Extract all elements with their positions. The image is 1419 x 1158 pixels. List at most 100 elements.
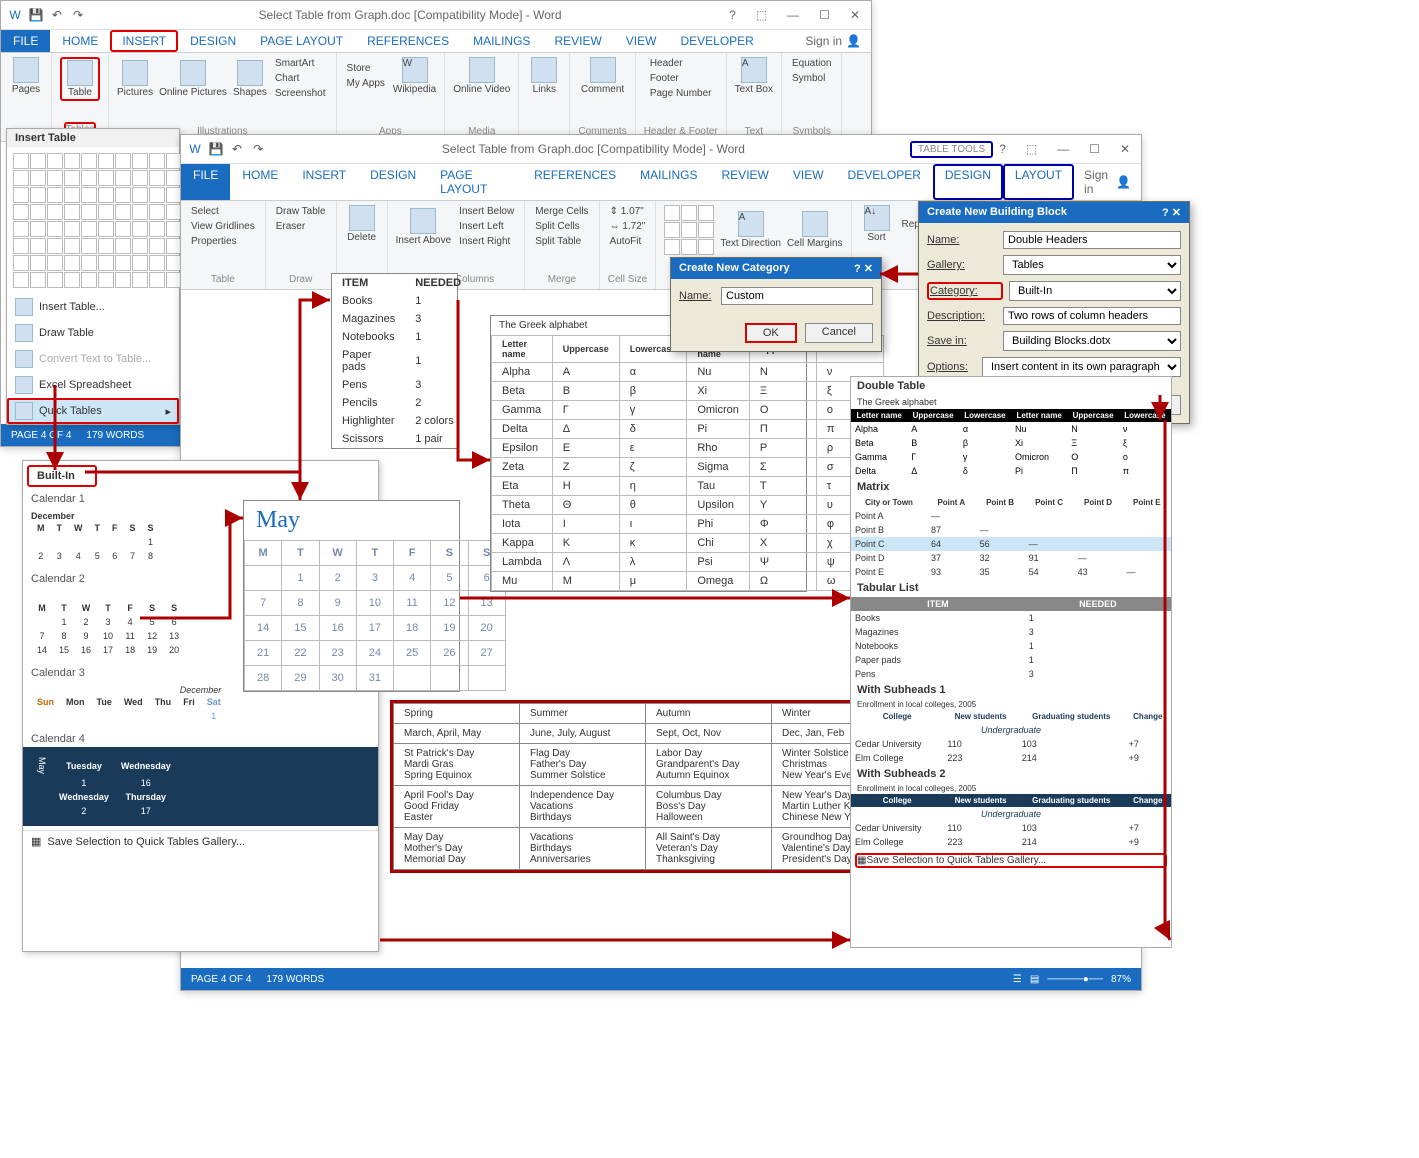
maximize-icon[interactable]: ☐ bbox=[813, 8, 836, 22]
help-icon[interactable]: ? bbox=[723, 8, 742, 22]
view-gridlines-button[interactable]: View Gridlines bbox=[189, 220, 257, 233]
view-icon[interactable]: ☰ bbox=[1013, 974, 1022, 985]
undo-icon[interactable]: ↶ bbox=[48, 6, 66, 24]
gallery-select[interactable]: Tables bbox=[1003, 255, 1181, 275]
tab-developer[interactable]: DEVELOPER bbox=[836, 164, 933, 200]
preview-double-table[interactable]: Double Table bbox=[851, 377, 1171, 395]
delete-button[interactable]: Delete bbox=[345, 205, 379, 243]
online-video-button[interactable]: Online Video bbox=[453, 57, 510, 95]
calendar4-preview[interactable]: MayTuesdayWednesday 116 WednesdayThursda… bbox=[23, 747, 378, 826]
tab-references[interactable]: REFERENCES bbox=[355, 30, 461, 52]
chart-button[interactable]: Chart bbox=[273, 72, 328, 85]
menu-excel-spreadsheet[interactable]: Excel Spreadsheet bbox=[7, 372, 179, 398]
cell-margins-button[interactable]: Cell Margins bbox=[787, 211, 843, 249]
equation-button[interactable]: Equation bbox=[790, 57, 833, 70]
table-button[interactable]: Table bbox=[60, 57, 100, 101]
cancel-button[interactable]: Cancel bbox=[805, 323, 873, 343]
view-icon[interactable]: ▤ bbox=[1030, 974, 1039, 985]
tab-insert[interactable]: INSERT bbox=[110, 30, 178, 52]
options-select[interactable]: Insert content in its own paragraph bbox=[982, 357, 1181, 377]
links-button[interactable]: Links bbox=[527, 57, 561, 95]
text-box-button[interactable]: AText Box bbox=[735, 57, 773, 95]
close-icon[interactable]: ✕ bbox=[1172, 207, 1181, 219]
redo-icon[interactable]: ↷ bbox=[249, 140, 267, 158]
width-spinner[interactable]: ⇔ 1.72" bbox=[608, 220, 648, 233]
merge-cells-button[interactable]: Merge Cells bbox=[533, 205, 590, 218]
eraser-button[interactable]: Eraser bbox=[274, 220, 328, 233]
redo-icon[interactable]: ↷ bbox=[69, 6, 87, 24]
tab-design[interactable]: DESIGN bbox=[178, 30, 248, 52]
insert-right-button[interactable]: Insert Right bbox=[457, 235, 516, 248]
tab-page-layout[interactable]: PAGE LAYOUT bbox=[428, 164, 522, 200]
split-cells-button[interactable]: Split Cells bbox=[533, 220, 590, 233]
pages-button[interactable]: Pages bbox=[9, 57, 43, 95]
shapes-button[interactable]: Shapes bbox=[233, 60, 267, 98]
tab-view[interactable]: VIEW bbox=[614, 30, 669, 52]
savein-select[interactable]: Building Blocks.dotx bbox=[1003, 331, 1181, 351]
save-icon[interactable]: 💾 bbox=[207, 140, 225, 158]
tab-design[interactable]: DESIGN bbox=[358, 164, 428, 200]
my-apps-button[interactable]: My Apps bbox=[345, 77, 387, 90]
preview-tabular[interactable]: Tabular List bbox=[851, 579, 1171, 597]
zoom-slider[interactable]: ─────●── bbox=[1047, 974, 1103, 985]
save-icon[interactable]: 💾 bbox=[27, 6, 45, 24]
tab-review[interactable]: REVIEW bbox=[542, 30, 613, 52]
ok-button[interactable]: OK bbox=[745, 323, 797, 343]
tab-mailings[interactable]: MAILINGS bbox=[461, 30, 542, 52]
help-icon[interactable]: ? bbox=[993, 142, 1012, 156]
preview-subheads2[interactable]: With Subheads 2 bbox=[851, 765, 1171, 783]
close-icon[interactable]: ✕ bbox=[864, 263, 873, 275]
comment-button[interactable]: Comment bbox=[581, 57, 624, 95]
pictures-button[interactable]: Pictures bbox=[117, 60, 153, 98]
name-input[interactable] bbox=[721, 287, 873, 305]
preview-matrix[interactable]: Matrix bbox=[851, 478, 1171, 496]
tab-insert[interactable]: INSERT bbox=[290, 164, 358, 200]
wikipedia-button[interactable]: WWikipedia bbox=[393, 57, 436, 95]
category-select[interactable]: Built-In bbox=[1009, 281, 1181, 301]
maximize-icon[interactable]: ☐ bbox=[1083, 142, 1106, 156]
split-table-button[interactable]: Split Table bbox=[533, 235, 590, 248]
tab-home[interactable]: HOME bbox=[230, 164, 290, 200]
tab-file[interactable]: FILE bbox=[1, 30, 50, 52]
store-button[interactable]: Store bbox=[345, 62, 387, 75]
sign-in[interactable]: Sign in👤 bbox=[795, 30, 871, 52]
tab-references[interactable]: REFERENCES bbox=[522, 164, 628, 200]
tab-view[interactable]: VIEW bbox=[781, 164, 836, 200]
zoom-level[interactable]: 87% bbox=[1111, 974, 1131, 985]
sort-button[interactable]: A↓Sort bbox=[860, 205, 894, 243]
gallery-item-cal4[interactable]: Calendar 4 bbox=[23, 731, 378, 747]
height-spinner[interactable]: ⇕ 1.07" bbox=[608, 205, 648, 218]
tab-tabletools-layout[interactable]: LAYOUT bbox=[1003, 164, 1074, 200]
tab-page-layout[interactable]: PAGE LAYOUT bbox=[248, 30, 355, 52]
help-icon[interactable]: ? bbox=[1162, 207, 1169, 219]
page-number-button[interactable]: Page Number bbox=[648, 87, 714, 100]
menu-quick-tables[interactable]: Quick Tables▸ bbox=[7, 398, 179, 424]
tab-mailings[interactable]: MAILINGS bbox=[628, 164, 709, 200]
minimize-icon[interactable]: — bbox=[781, 8, 805, 22]
close-icon[interactable]: ✕ bbox=[844, 8, 866, 22]
tab-tabletools-design[interactable]: DESIGN bbox=[933, 164, 1003, 200]
gallery-save-selection[interactable]: ▦Save Selection to Quick Tables Gallery.… bbox=[23, 830, 378, 852]
text-direction-button[interactable]: AText Direction bbox=[720, 211, 781, 249]
header-button[interactable]: Header bbox=[648, 57, 714, 70]
online-pictures-button[interactable]: Online Pictures bbox=[159, 60, 227, 98]
description-input[interactable] bbox=[1003, 307, 1181, 325]
help-icon[interactable]: ? bbox=[854, 263, 861, 275]
preview-save-selection[interactable]: ▦Save Selection to Quick Tables Gallery.… bbox=[855, 853, 1167, 868]
symbol-button[interactable]: Symbol bbox=[790, 72, 833, 85]
tab-developer[interactable]: DEVELOPER bbox=[668, 30, 765, 52]
ribbon-toggle-icon[interactable]: ⬚ bbox=[750, 8, 773, 22]
close-icon[interactable]: ✕ bbox=[1114, 142, 1136, 156]
ribbon-toggle-icon[interactable]: ⬚ bbox=[1020, 142, 1043, 156]
autofit-button[interactable]: AutoFit bbox=[608, 235, 648, 248]
screenshot-button[interactable]: Screenshot bbox=[273, 87, 328, 100]
insert-below-button[interactable]: Insert Below bbox=[457, 205, 516, 218]
minimize-icon[interactable]: — bbox=[1051, 142, 1075, 156]
insert-above-button[interactable]: Insert Above bbox=[396, 208, 452, 246]
sign-in[interactable]: Sign in👤 bbox=[1074, 164, 1141, 200]
insert-left-button[interactable]: Insert Left bbox=[457, 220, 516, 233]
undo-icon[interactable]: ↶ bbox=[228, 140, 246, 158]
tab-file[interactable]: FILE bbox=[181, 164, 230, 200]
alignment-grid[interactable] bbox=[664, 205, 714, 255]
draw-table-button[interactable]: Draw Table bbox=[274, 205, 328, 218]
